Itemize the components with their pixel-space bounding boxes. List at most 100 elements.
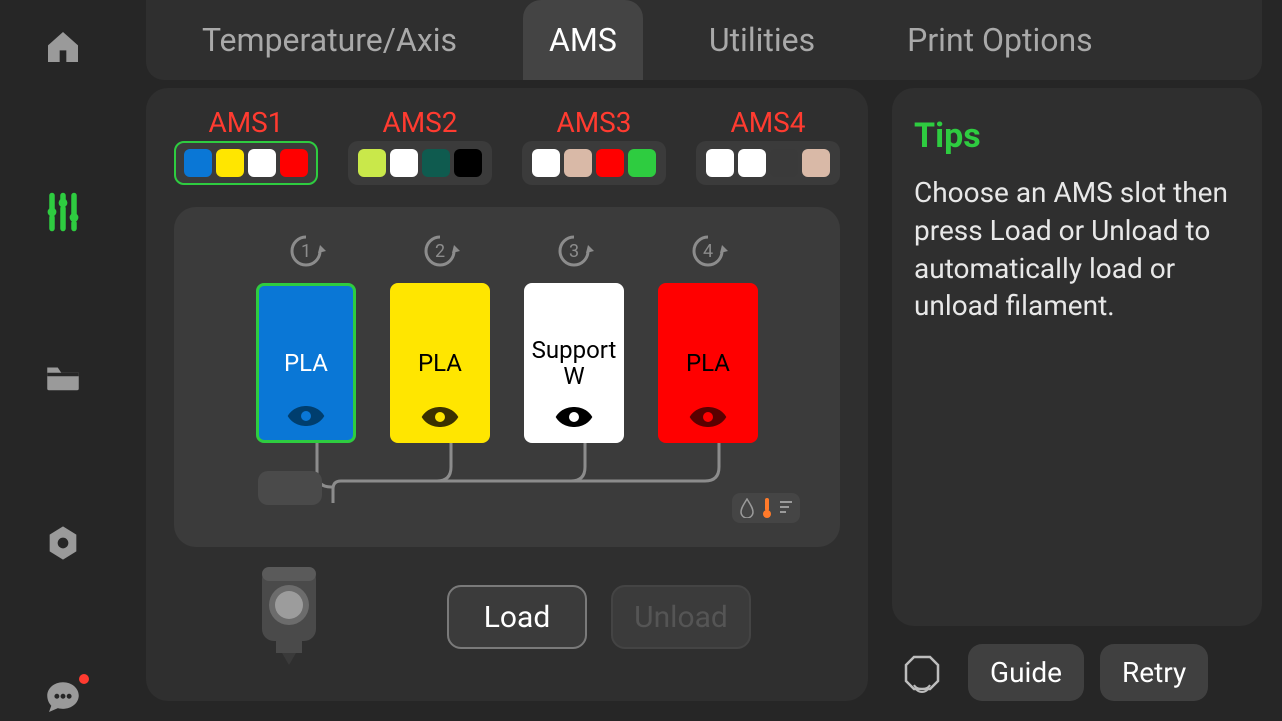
tips-card: Tips Choose an AMS slot then press Load … xyxy=(892,88,1262,626)
bars-icon xyxy=(780,499,792,517)
slot-row: 1 PLA xyxy=(208,231,806,443)
refresh-icon: 4 xyxy=(684,231,732,271)
svg-text:3: 3 xyxy=(569,241,579,262)
content: AMS1 AMS2 xyxy=(146,88,1262,701)
swatch xyxy=(248,149,276,177)
refresh-icon: 3 xyxy=(550,231,598,271)
thermometer-icon xyxy=(760,497,774,519)
tab-ams[interactable]: AMS xyxy=(523,0,643,80)
sidebar-settings[interactable] xyxy=(39,520,87,565)
rfid-icon-button[interactable] xyxy=(892,649,952,697)
slot-4[interactable]: 4 PLA xyxy=(658,231,758,443)
swatch xyxy=(770,149,798,177)
eye-icon xyxy=(420,405,460,429)
tips-body: Choose an AMS slot then press Load or Un… xyxy=(914,174,1240,325)
svg-text:4: 4 xyxy=(703,241,713,262)
hub xyxy=(258,471,322,505)
main: Temperature/Axis AMS Utilities Print Opt… xyxy=(126,0,1282,721)
swatch xyxy=(184,149,212,177)
sidebar xyxy=(0,0,126,721)
tab-utilities[interactable]: Utilities xyxy=(683,0,841,80)
sliders-icon xyxy=(41,190,85,234)
retry-button[interactable]: Retry xyxy=(1100,644,1208,701)
tab-temperature-axis[interactable]: Temperature/Axis xyxy=(176,0,483,80)
ams-unit-label: AMS3 xyxy=(556,106,631,139)
eye-icon xyxy=(688,405,728,429)
ams-unit-label: AMS1 xyxy=(208,106,283,139)
ams-swatches xyxy=(522,141,666,185)
tips-title: Tips xyxy=(914,116,1240,156)
sidebar-files[interactable] xyxy=(39,355,87,400)
slot-card[interactable]: PLA xyxy=(390,283,490,443)
eye-icon xyxy=(286,404,326,428)
swatch xyxy=(422,149,450,177)
slot-card[interactable]: PLA xyxy=(256,283,356,443)
nozzle-icon xyxy=(244,557,334,677)
droplet-icon xyxy=(740,498,754,518)
sidebar-chat[interactable] xyxy=(39,676,87,721)
routing xyxy=(208,443,806,529)
sidebar-controls[interactable] xyxy=(39,189,87,234)
slot-number-indicator: 3 xyxy=(550,231,598,271)
svg-text:1: 1 xyxy=(301,241,311,262)
ams-unit-label: AMS2 xyxy=(382,106,457,139)
sidebar-home[interactable] xyxy=(39,24,87,69)
svg-text:2: 2 xyxy=(435,241,445,262)
settings-hex-icon xyxy=(43,523,83,563)
nozzle-graphic xyxy=(234,557,344,677)
action-buttons: Load Unload xyxy=(358,585,840,649)
tab-print-options[interactable]: Print Options xyxy=(881,0,1119,80)
swatch xyxy=(280,149,308,177)
refresh-icon: 2 xyxy=(416,231,464,271)
swatch xyxy=(564,149,592,177)
refresh-icon: 1 xyxy=(282,231,330,271)
ams-unit-2[interactable]: AMS2 xyxy=(348,106,492,185)
ams-unit-1[interactable]: AMS1 xyxy=(174,106,318,185)
tips-panel: Tips Choose an AMS slot then press Load … xyxy=(892,88,1262,701)
tips-footer: Guide Retry xyxy=(892,644,1262,701)
slot-number-indicator: 1 xyxy=(282,231,330,271)
material-name: PLA xyxy=(682,350,734,376)
swatch xyxy=(532,149,560,177)
folder-icon xyxy=(42,357,84,399)
swatch xyxy=(596,149,624,177)
guide-button[interactable]: Guide xyxy=(968,644,1084,701)
filament-area: 1 PLA xyxy=(174,207,840,547)
ams-panel: AMS1 AMS2 xyxy=(146,88,868,701)
ams-unit-label: AMS4 xyxy=(730,106,805,139)
swatch xyxy=(738,149,766,177)
slot-card[interactable]: PLA xyxy=(658,283,758,443)
slot-card[interactable]: Support W xyxy=(524,283,624,443)
material-name: Support W xyxy=(526,337,622,390)
eye-icon xyxy=(554,405,594,429)
ams-unit-3[interactable]: AMS3 xyxy=(522,106,666,185)
tabs: Temperature/Axis AMS Utilities Print Opt… xyxy=(146,0,1262,80)
swatch xyxy=(216,149,244,177)
notification-dot xyxy=(79,674,89,684)
home-icon xyxy=(43,27,83,67)
material-name: PLA xyxy=(280,350,332,376)
slot-number-indicator: 2 xyxy=(416,231,464,271)
ams-swatches xyxy=(696,141,840,185)
load-button[interactable]: Load xyxy=(447,585,587,649)
ams-swatches xyxy=(348,141,492,185)
slot-1[interactable]: 1 PLA xyxy=(256,231,356,443)
ams-unit-4[interactable]: AMS4 xyxy=(696,106,840,185)
ams-unit-row: AMS1 AMS2 xyxy=(174,106,840,185)
rfid-icon xyxy=(900,651,944,695)
wire-diagram xyxy=(257,443,757,503)
material-name: PLA xyxy=(414,350,466,376)
swatch xyxy=(358,149,386,177)
unload-button: Unload xyxy=(611,585,751,649)
bottom-row: Load Unload xyxy=(174,557,840,677)
ams-swatches xyxy=(174,141,318,185)
chat-icon xyxy=(42,677,84,719)
swatch xyxy=(390,149,418,177)
swatch xyxy=(628,149,656,177)
swatch xyxy=(454,149,482,177)
humidity-temp-badge[interactable] xyxy=(732,493,800,523)
swatch xyxy=(706,149,734,177)
slot-2[interactable]: 2 PLA xyxy=(390,231,490,443)
slot-number-indicator: 4 xyxy=(684,231,732,271)
slot-3[interactable]: 3 Support W xyxy=(524,231,624,443)
